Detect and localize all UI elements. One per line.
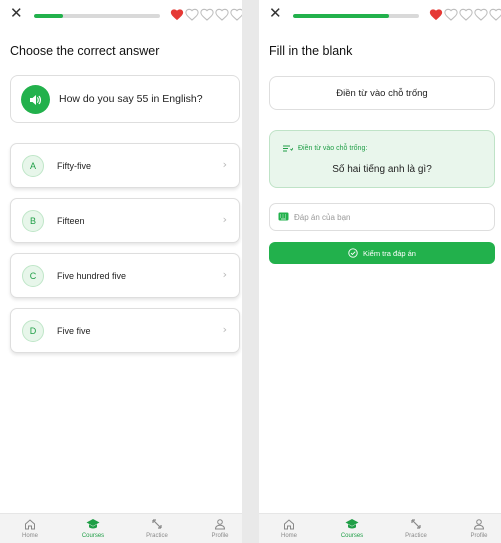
question-text: How do you say 55 in English? — [59, 93, 203, 105]
option-label: Five five — [57, 326, 91, 336]
nav-item-home[interactable]: Home — [269, 518, 309, 539]
heart-filled-icon — [170, 9, 184, 21]
text-lines-icon — [283, 145, 293, 152]
close-icon[interactable]: ✕ — [10, 6, 23, 21]
nav-label: Practice — [146, 533, 168, 539]
check-answer-label: Kiểm tra đáp án — [363, 248, 416, 258]
practice-arrows-icon — [411, 519, 421, 529]
option-letter-badge: C — [22, 265, 44, 287]
page-title: Fill in the blank — [269, 44, 353, 58]
check-circle-icon — [348, 248, 358, 258]
hint-card: Điền từ vào chỗ trống: Số hai tiếng anh … — [269, 130, 495, 188]
close-icon[interactable]: ✕ — [269, 6, 282, 21]
option-letter-badge: D — [22, 320, 44, 342]
nav-item-courses[interactable]: Courses — [332, 518, 372, 539]
nav-item-profile[interactable]: Profile — [459, 518, 499, 539]
answer-option-b[interactable]: B Fifteen › — [10, 198, 240, 243]
graduation-cap-icon — [345, 519, 359, 529]
heart-empty-icon — [200, 8, 214, 21]
nav-item-practice[interactable]: Practice — [396, 518, 436, 539]
home-icon — [25, 519, 35, 530]
answer-field — [269, 203, 495, 231]
hint-label: Điền từ vào chỗ trống: — [298, 145, 368, 152]
nav-item-practice[interactable]: Practice — [137, 518, 177, 539]
option-letter-badge: B — [22, 210, 44, 232]
answer-option-a[interactable]: A Fifty-five › — [10, 143, 240, 188]
nav-label: Practice — [405, 533, 427, 539]
nav-item-profile[interactable]: Profile — [200, 518, 240, 539]
nav-item-courses[interactable]: Courses — [73, 518, 113, 539]
heart-empty-icon — [459, 8, 473, 21]
option-letter-badge: A — [22, 155, 44, 177]
home-icon — [284, 519, 294, 530]
bottom-nav: Home Courses Practice Profile — [259, 513, 501, 543]
nav-label: Profile — [211, 533, 229, 539]
lives-hearts — [429, 8, 501, 22]
fill-in-blank-screen: ✕ Fill in the blank Điền từ vào chỗ trốn… — [259, 0, 501, 543]
answer-input[interactable] — [294, 208, 489, 226]
lesson-progress-fill — [34, 14, 63, 18]
play-audio-button[interactable] — [21, 85, 50, 114]
heart-empty-icon — [474, 8, 488, 21]
chevron-right-icon: › — [222, 323, 227, 336]
chevron-right-icon: › — [222, 158, 227, 171]
hint-question: Số hai tiếng anh là gì? — [332, 164, 432, 175]
lesson-progress-fill — [293, 14, 389, 18]
multiple-choice-screen: ✕ Choose the correct answer How do you s… — [0, 0, 242, 543]
nav-label: Courses — [340, 533, 364, 539]
heart-empty-icon — [489, 8, 501, 21]
nav-label: Home — [21, 533, 38, 539]
lesson-top-bar: ✕ — [269, 6, 501, 23]
check-answer-button[interactable]: Kiểm tra đáp án — [269, 242, 495, 264]
nav-item-home[interactable]: Home — [10, 518, 50, 539]
bottom-nav: Home Courses Practice Profile — [0, 513, 242, 543]
heart-empty-icon — [215, 8, 229, 21]
heart-filled-icon — [429, 9, 443, 21]
option-label: Fifteen — [57, 216, 85, 226]
practice-arrows-icon — [152, 519, 162, 529]
graduation-cap-icon — [86, 519, 100, 529]
instruction-card: Điền từ vào chỗ trống — [269, 76, 495, 110]
heart-empty-icon — [444, 8, 458, 21]
lesson-top-bar: ✕ — [10, 6, 242, 23]
nav-label: Home — [280, 533, 297, 539]
nav-label: Profile — [470, 533, 488, 539]
nav-label: Courses — [81, 533, 105, 539]
answer-option-d[interactable]: D Five five › — [10, 308, 240, 353]
answer-option-c[interactable]: C Five hundred five › — [10, 253, 240, 298]
speaker-icon — [30, 94, 41, 105]
lives-hearts — [170, 8, 242, 22]
option-label: Five hundred five — [57, 271, 127, 281]
question-card: How do you say 55 in English? — [10, 75, 240, 123]
keyboard-icon — [278, 212, 289, 221]
option-label: Fifty-five — [57, 161, 92, 171]
lesson-progress-bar — [293, 14, 419, 18]
profile-icon — [214, 519, 226, 530]
chevron-right-icon: › — [222, 268, 227, 281]
page-title: Choose the correct answer — [10, 44, 160, 58]
heart-empty-icon — [185, 8, 199, 21]
chevron-right-icon: › — [222, 213, 227, 226]
hint-header: Điền từ vào chỗ trống: — [283, 145, 367, 152]
heart-empty-icon — [230, 8, 242, 21]
profile-icon — [473, 519, 485, 530]
lesson-progress-bar — [34, 14, 160, 18]
